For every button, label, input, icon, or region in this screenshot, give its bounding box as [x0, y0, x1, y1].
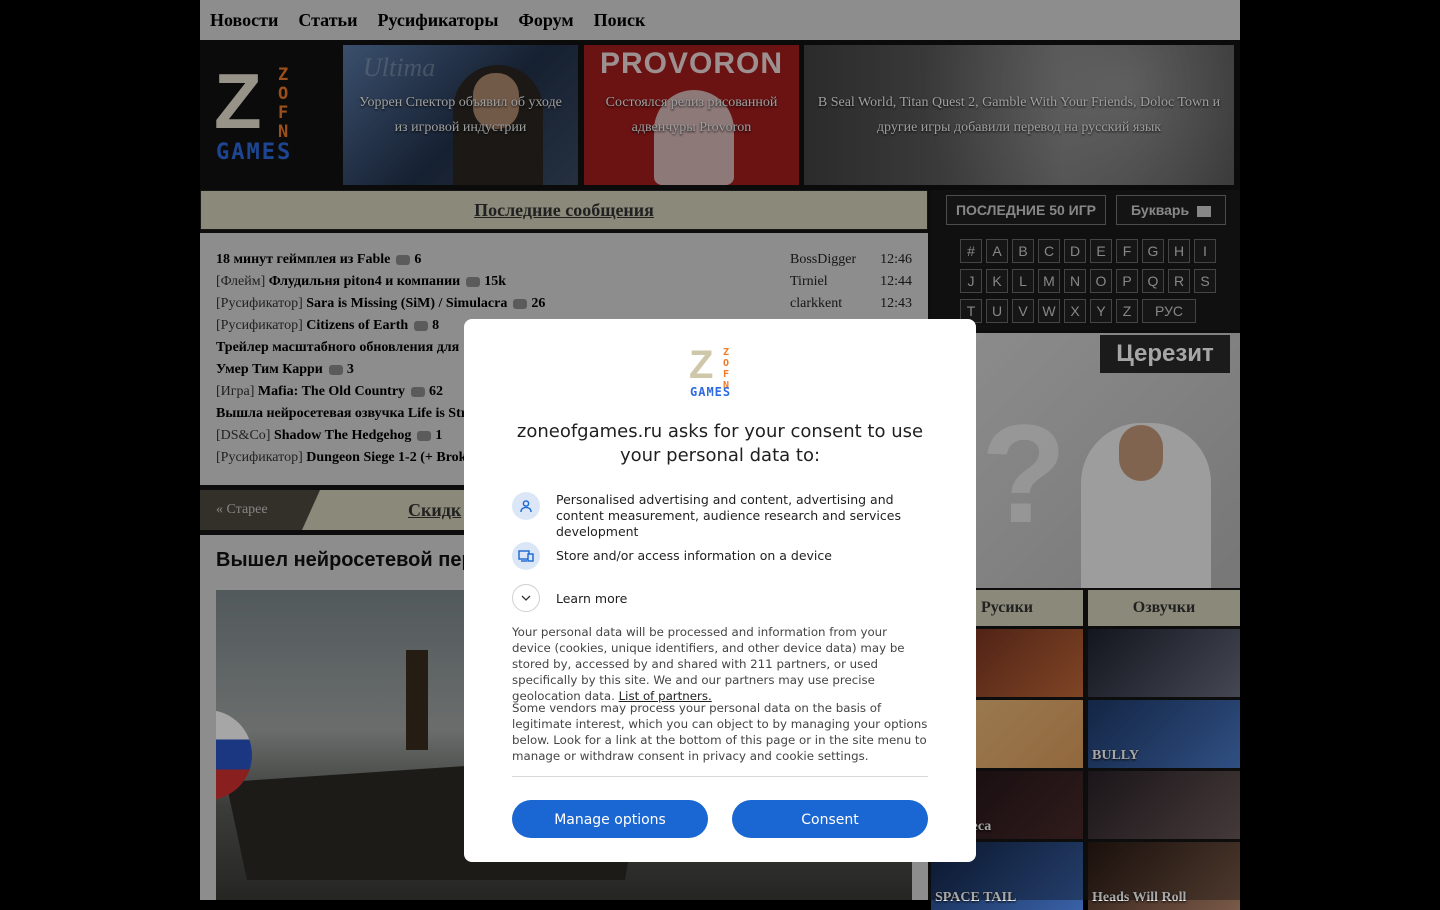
logo-games: GAMES — [690, 385, 732, 399]
logo-z: Z — [689, 343, 714, 387]
divider — [512, 776, 928, 777]
manage-options-button[interactable]: Manage options — [512, 800, 708, 838]
consent-heading: zoneofgames.ru asks for your consent to … — [516, 421, 924, 466]
person-icon — [512, 492, 540, 520]
chevron-down-icon — [512, 584, 540, 612]
consent-paragraph-1: Your personal data will be processed and… — [512, 624, 928, 704]
device-icon — [512, 542, 540, 570]
purpose-text: Store and/or access information on a dev… — [556, 548, 832, 563]
purpose-personalised-ads: Personalised advertising and content, ad… — [512, 492, 928, 540]
consent-dialog: Z ZOFN GAMES zoneofgames.ru asks for you… — [464, 319, 976, 862]
purpose-text: Personalised advertising and content, ad… — [556, 492, 901, 539]
learn-more-label: Learn more — [556, 590, 628, 606]
purpose-device-storage: Store and/or access information on a dev… — [512, 542, 928, 570]
consent-paragraph-2: Some vendors may process your personal d… — [512, 701, 928, 763]
learn-more-toggle[interactable]: Learn more — [512, 584, 627, 612]
consent-button[interactable]: Consent — [732, 800, 928, 838]
consent-logo: Z ZOFN GAMES — [689, 345, 751, 403]
